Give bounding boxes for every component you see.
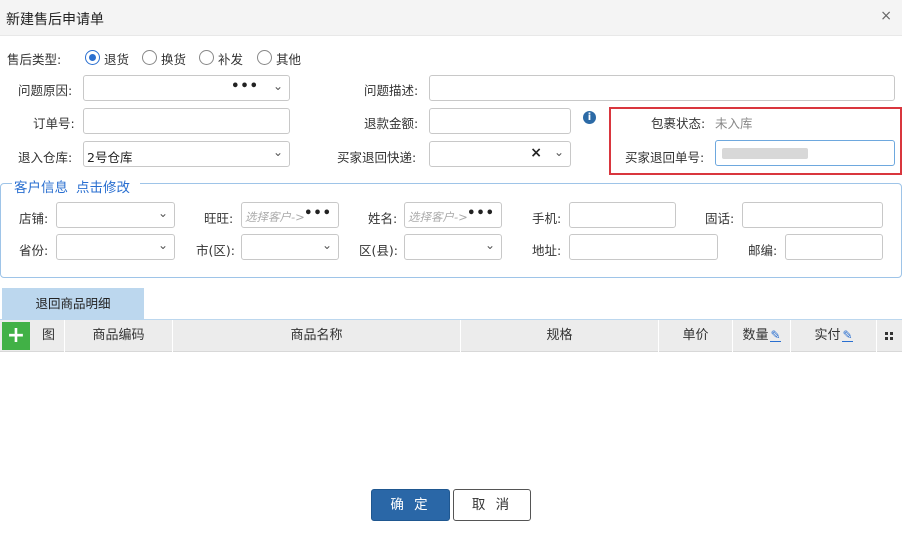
- chevron-down-icon[interactable]: ⌄: [158, 238, 168, 252]
- confirm-button[interactable]: 确 定: [371, 489, 450, 521]
- order-label: 订单号:: [33, 116, 75, 131]
- more-icon[interactable]: •••: [467, 206, 495, 221]
- refund-input[interactable]: [429, 108, 571, 134]
- chevron-down-icon[interactable]: ⌄: [485, 238, 495, 252]
- express-label: 买家退回快递:: [337, 150, 417, 165]
- description-label: 问题描述:: [364, 83, 419, 98]
- wangwang-placeholder: 选择客户->: [245, 210, 305, 224]
- col-name: 商品名称: [173, 320, 461, 352]
- address-label: 地址:: [532, 243, 562, 258]
- edit-icon[interactable]: ✎: [842, 329, 853, 342]
- name-label: 姓名:: [368, 211, 398, 226]
- close-icon[interactable]: ×: [880, 8, 892, 24]
- tab-return-goods[interactable]: 退回商品明细: [2, 288, 144, 320]
- refund-label: 退款金额:: [364, 116, 419, 131]
- chevron-down-icon[interactable]: ⌄: [322, 238, 332, 252]
- radio-other-label: 其他: [276, 52, 302, 67]
- customer-info-section: [0, 183, 902, 278]
- wangwang-label: 旺旺:: [204, 211, 234, 226]
- zip-label: 邮编:: [748, 243, 778, 258]
- order-input[interactable]: [83, 108, 290, 134]
- col-qty-label: 数量: [742, 328, 769, 343]
- col-image: 图: [33, 320, 65, 352]
- radio-unchecked-icon: [142, 50, 157, 65]
- name-placeholder: 选择客户->: [408, 210, 468, 224]
- province-select[interactable]: ⌄: [56, 234, 175, 260]
- tel-label: 固话:: [705, 211, 735, 226]
- column-settings-icon[interactable]: [885, 332, 893, 340]
- tel-input[interactable]: [742, 202, 883, 228]
- chevron-down-icon[interactable]: ⌄: [273, 145, 283, 159]
- customer-info-legend: 客户信息 点击修改: [12, 176, 140, 196]
- type-label: 售后类型:: [7, 52, 62, 67]
- col-price: 单价: [659, 320, 733, 352]
- warehouse-label: 退入仓库:: [18, 150, 73, 165]
- shop-label: 店铺:: [19, 211, 49, 226]
- wangwang-input[interactable]: 选择客户-> •••: [241, 202, 339, 228]
- clear-icon[interactable]: ×: [530, 145, 542, 161]
- phone-input[interactable]: [569, 202, 676, 228]
- more-icon[interactable]: •••: [231, 79, 259, 94]
- chevron-down-icon[interactable]: ⌄: [273, 79, 283, 93]
- shop-select[interactable]: ⌄: [56, 202, 175, 228]
- reason-select[interactable]: ••• ⌄: [83, 75, 290, 101]
- radio-return-label: 退货: [104, 52, 130, 67]
- district-label: 区(县):: [359, 243, 398, 258]
- goods-table-header: + 图 商品编码 商品名称 规格 单价 数量 ✎ 实付 ✎: [0, 320, 902, 352]
- customer-info-title: 客户信息: [14, 180, 68, 196]
- dialog-title: 新建售后申请单: [6, 12, 104, 28]
- phone-label: 手机:: [532, 211, 562, 226]
- col-qty: 数量 ✎: [733, 320, 791, 352]
- dialog-titlebar: 新建售后申请单 ×: [0, 0, 902, 36]
- description-input[interactable]: [429, 75, 895, 101]
- address-input[interactable]: [569, 234, 718, 260]
- radio-exchange-label: 换货: [161, 52, 187, 67]
- province-label: 省份:: [19, 243, 49, 258]
- info-icon[interactable]: i: [583, 111, 596, 124]
- warehouse-select[interactable]: 2号仓库 ⌄: [83, 141, 290, 167]
- radio-unchecked-icon: [199, 50, 214, 65]
- col-paid-label: 实付: [814, 328, 841, 343]
- radio-reissue-label: 补发: [218, 52, 244, 67]
- radio-unchecked-icon: [257, 50, 272, 65]
- district-select[interactable]: ⌄: [404, 234, 502, 260]
- city-label: 市(区):: [196, 243, 235, 258]
- more-icon[interactable]: •••: [304, 206, 332, 221]
- chevron-down-icon[interactable]: ⌄: [158, 206, 168, 220]
- chevron-down-icon[interactable]: ⌄: [554, 145, 564, 159]
- col-paid: 实付 ✎: [791, 320, 877, 352]
- add-icon[interactable]: +: [2, 322, 30, 350]
- highlight-box: [609, 107, 902, 175]
- col-sku: 商品编码: [65, 320, 173, 352]
- edit-icon[interactable]: ✎: [770, 329, 781, 342]
- city-select[interactable]: ⌄: [241, 234, 339, 260]
- zip-input[interactable]: [785, 234, 883, 260]
- cancel-button[interactable]: 取 消: [453, 489, 531, 521]
- edit-customer-link[interactable]: 点击修改: [76, 180, 130, 196]
- radio-checked-icon: [85, 50, 100, 65]
- name-input[interactable]: 选择客户-> •••: [404, 202, 502, 228]
- express-select[interactable]: × ⌄: [429, 141, 571, 167]
- warehouse-value: 2号仓库: [87, 150, 133, 165]
- reason-label: 问题原因:: [18, 83, 73, 98]
- col-spec: 规格: [461, 320, 659, 352]
